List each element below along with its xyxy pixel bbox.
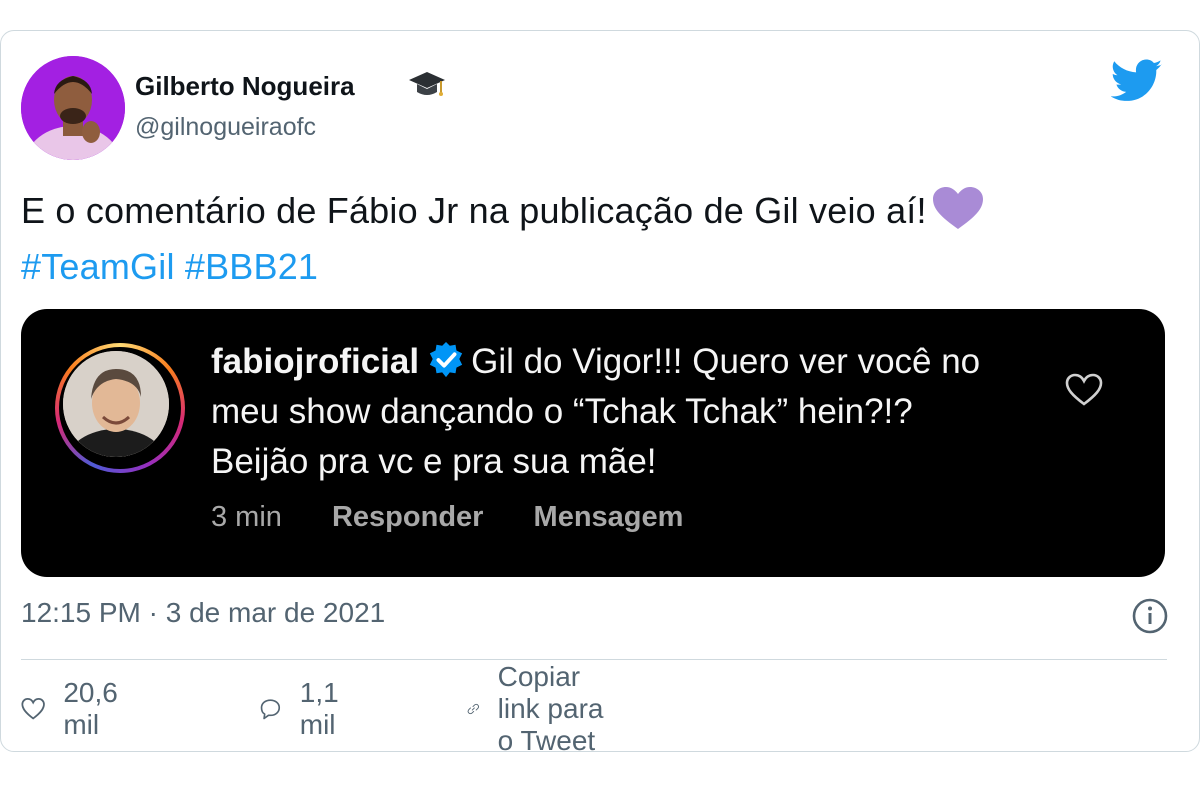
author-avatar[interactable] bbox=[21, 56, 125, 160]
speech-bubble-icon bbox=[260, 699, 281, 720]
copy-link-button[interactable]: Copiar link para o Tweet bbox=[467, 661, 603, 756]
tweet-timestamp[interactable]: 12:15 PM · 3 de mar de 2021 bbox=[21, 597, 385, 629]
twitter-bird-icon[interactable] bbox=[1111, 59, 1163, 103]
heart-outline-icon bbox=[1065, 373, 1103, 406]
purple-heart-icon bbox=[932, 187, 983, 229]
heart-outline-icon bbox=[21, 697, 45, 720]
commenter-username: fabiojroficial bbox=[211, 342, 420, 381]
hashtags[interactable]: #TeamGil #BBB21 bbox=[21, 246, 318, 287]
tweet-card: Gilberto Nogueira @gilnogueiraofc E o co… bbox=[0, 30, 1200, 756]
instagram-comment: fabiojroficial Gil do Vigor!!! Quero ver… bbox=[211, 337, 1011, 487]
message-label: Mensagem bbox=[533, 501, 684, 533]
link-icon bbox=[467, 703, 479, 715]
comment-meta: 3 min Responder Mensagem bbox=[211, 501, 725, 534]
divider bbox=[21, 659, 1167, 660]
like-button[interactable]: 20,6 mil bbox=[21, 677, 130, 740]
copy-link-label: Copiar link para o Tweet bbox=[497, 661, 604, 756]
verified-badge-icon bbox=[429, 341, 463, 378]
like-count: 20,6 mil bbox=[63, 677, 118, 740]
author-handle[interactable]: @gilnogueiraofc bbox=[135, 113, 316, 142]
story-ring bbox=[55, 343, 185, 473]
reply-label: Responder bbox=[331, 501, 484, 533]
info-icon[interactable] bbox=[1131, 597, 1169, 635]
commenter-avatar bbox=[63, 351, 169, 457]
graduation-cap-icon bbox=[409, 72, 445, 96]
author-name[interactable]: Gilberto Nogueira bbox=[135, 71, 355, 102]
tweet-header: Gilberto Nogueira @gilnogueiraofc bbox=[1, 31, 1199, 171]
comment-time: 3 min bbox=[211, 501, 282, 533]
reply-count: 1,1 mil bbox=[299, 677, 339, 740]
tweet-body: E o comentário de Fábio Jr na publicação… bbox=[21, 190, 927, 231]
embedded-comment-image[interactable]: fabiojroficial Gil do Vigor!!! Quero ver… bbox=[21, 309, 1165, 577]
tweet-text: E o comentário de Fábio Jr na publicação… bbox=[21, 183, 1171, 295]
reply-button[interactable]: 1,1 mil bbox=[259, 677, 352, 740]
